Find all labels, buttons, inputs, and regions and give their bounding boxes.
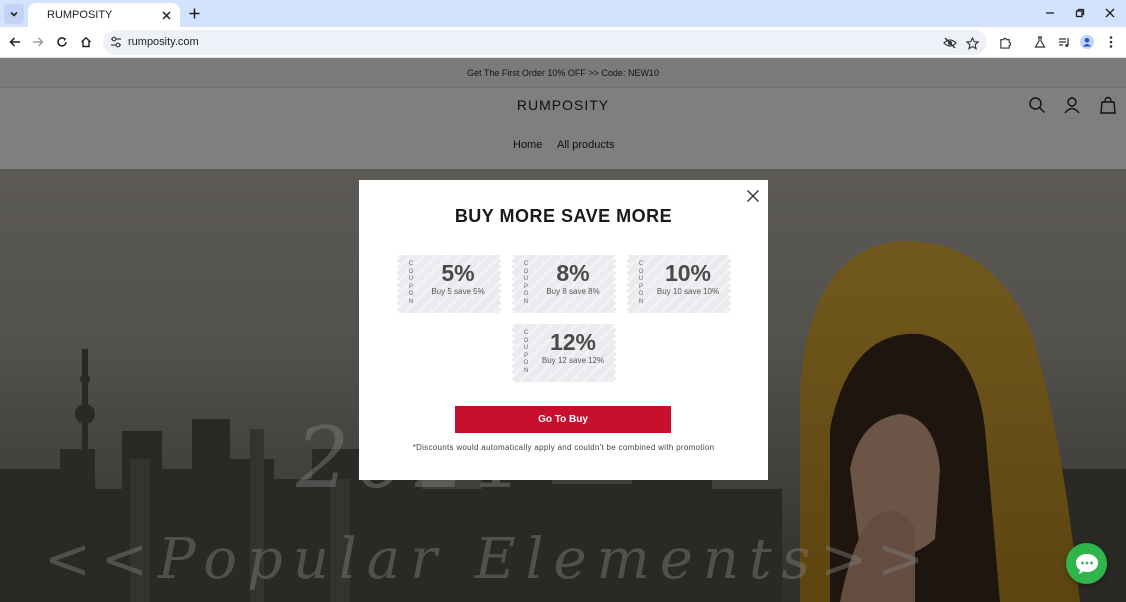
coupon-percent: 5% — [441, 260, 475, 286]
eye-off-icon — [943, 37, 957, 49]
star-icon — [965, 36, 979, 50]
more-vertical-icon — [1109, 36, 1113, 48]
coupon-card[interactable]: COUPON 12% Buy 12 save 12% — [510, 324, 618, 382]
coupon-card[interactable]: COUPON 5% Buy 5 save 5% — [395, 255, 503, 313]
url-text: rumposity.com — [128, 36, 199, 48]
new-tab-button[interactable] — [186, 5, 202, 21]
coupon-card[interactable]: COUPON 8% Buy 8 save 8% — [510, 255, 618, 313]
coupon-label: COUPON — [638, 261, 644, 305]
back-button[interactable] — [6, 33, 24, 51]
reload-button[interactable] — [53, 33, 71, 51]
plus-icon — [189, 8, 199, 18]
close-icon — [1105, 8, 1115, 18]
arrow-left-icon — [9, 37, 20, 47]
browser-tabstrip: RUMPOSITY — [0, 0, 1126, 27]
minimize-icon — [1046, 12, 1054, 14]
coupon-percent: 10% — [664, 260, 712, 286]
tab-close-button[interactable] — [158, 7, 174, 23]
coupon-label: COUPON — [408, 261, 414, 305]
address-bar[interactable]: rumposity.com — [103, 30, 987, 55]
restore-button[interactable] — [1072, 5, 1088, 21]
web-page: Get The First Order 10% OFF >> Code: NEW… — [0, 58, 1126, 602]
minimize-button[interactable] — [1042, 5, 1058, 21]
coupon-description: Buy 8 save 8% — [546, 287, 600, 296]
puzzle-icon — [999, 37, 1011, 49]
tune-icon[interactable] — [109, 35, 123, 49]
close-icon — [161, 10, 171, 20]
arrow-right-icon — [33, 37, 44, 47]
coupon-percent: 8% — [556, 260, 590, 286]
home-icon — [81, 36, 91, 48]
reload-icon — [57, 37, 67, 47]
chat-bubble-icon — [1075, 553, 1098, 574]
chat-button[interactable] — [1066, 543, 1107, 584]
discount-disclaimer: *Discounts would automatically apply and… — [412, 443, 715, 452]
chevron-down-icon — [10, 11, 18, 17]
coupon-label: COUPON — [523, 330, 529, 374]
tab-title: RUMPOSITY — [47, 9, 113, 21]
labs-button[interactable] — [1032, 34, 1048, 50]
coupon-description: Buy 12 save 12% — [541, 356, 605, 365]
forward-button[interactable] — [29, 33, 47, 51]
home-button[interactable] — [77, 33, 95, 51]
tracking-protection-button[interactable] — [942, 35, 958, 51]
popup-title: BUY MORE SAVE MORE — [454, 206, 673, 226]
browser-menu-button[interactable] — [1103, 34, 1119, 50]
media-queue-icon — [1058, 37, 1069, 47]
coupon-card[interactable]: COUPON 10% Buy 10 save 10% — [625, 255, 733, 313]
restore-icon — [1075, 8, 1085, 18]
tab-list-button[interactable] — [4, 4, 24, 24]
discount-popup: BUY MORE SAVE MORE COUPON 5% Buy 5 save … — [359, 180, 768, 480]
browser-toolbar: rumposity.com — [0, 27, 1126, 58]
flask-icon — [1034, 36, 1046, 48]
person-icon — [1080, 35, 1094, 49]
profile-button[interactable] — [1079, 34, 1095, 50]
media-button[interactable] — [1056, 34, 1072, 50]
browser-tab[interactable]: RUMPOSITY — [28, 3, 180, 27]
extensions-button[interactable] — [997, 34, 1013, 50]
close-window-button[interactable] — [1102, 5, 1118, 21]
coupon-percent: 12% — [549, 329, 597, 355]
coupon-description: Buy 10 save 10% — [656, 287, 720, 296]
close-icon[interactable] — [746, 189, 760, 203]
go-to-buy-button[interactable]: Go To Buy — [455, 406, 671, 433]
coupon-label: COUPON — [523, 261, 529, 305]
bookmark-button[interactable] — [964, 35, 980, 51]
coupon-description: Buy 5 save 5% — [431, 287, 485, 296]
